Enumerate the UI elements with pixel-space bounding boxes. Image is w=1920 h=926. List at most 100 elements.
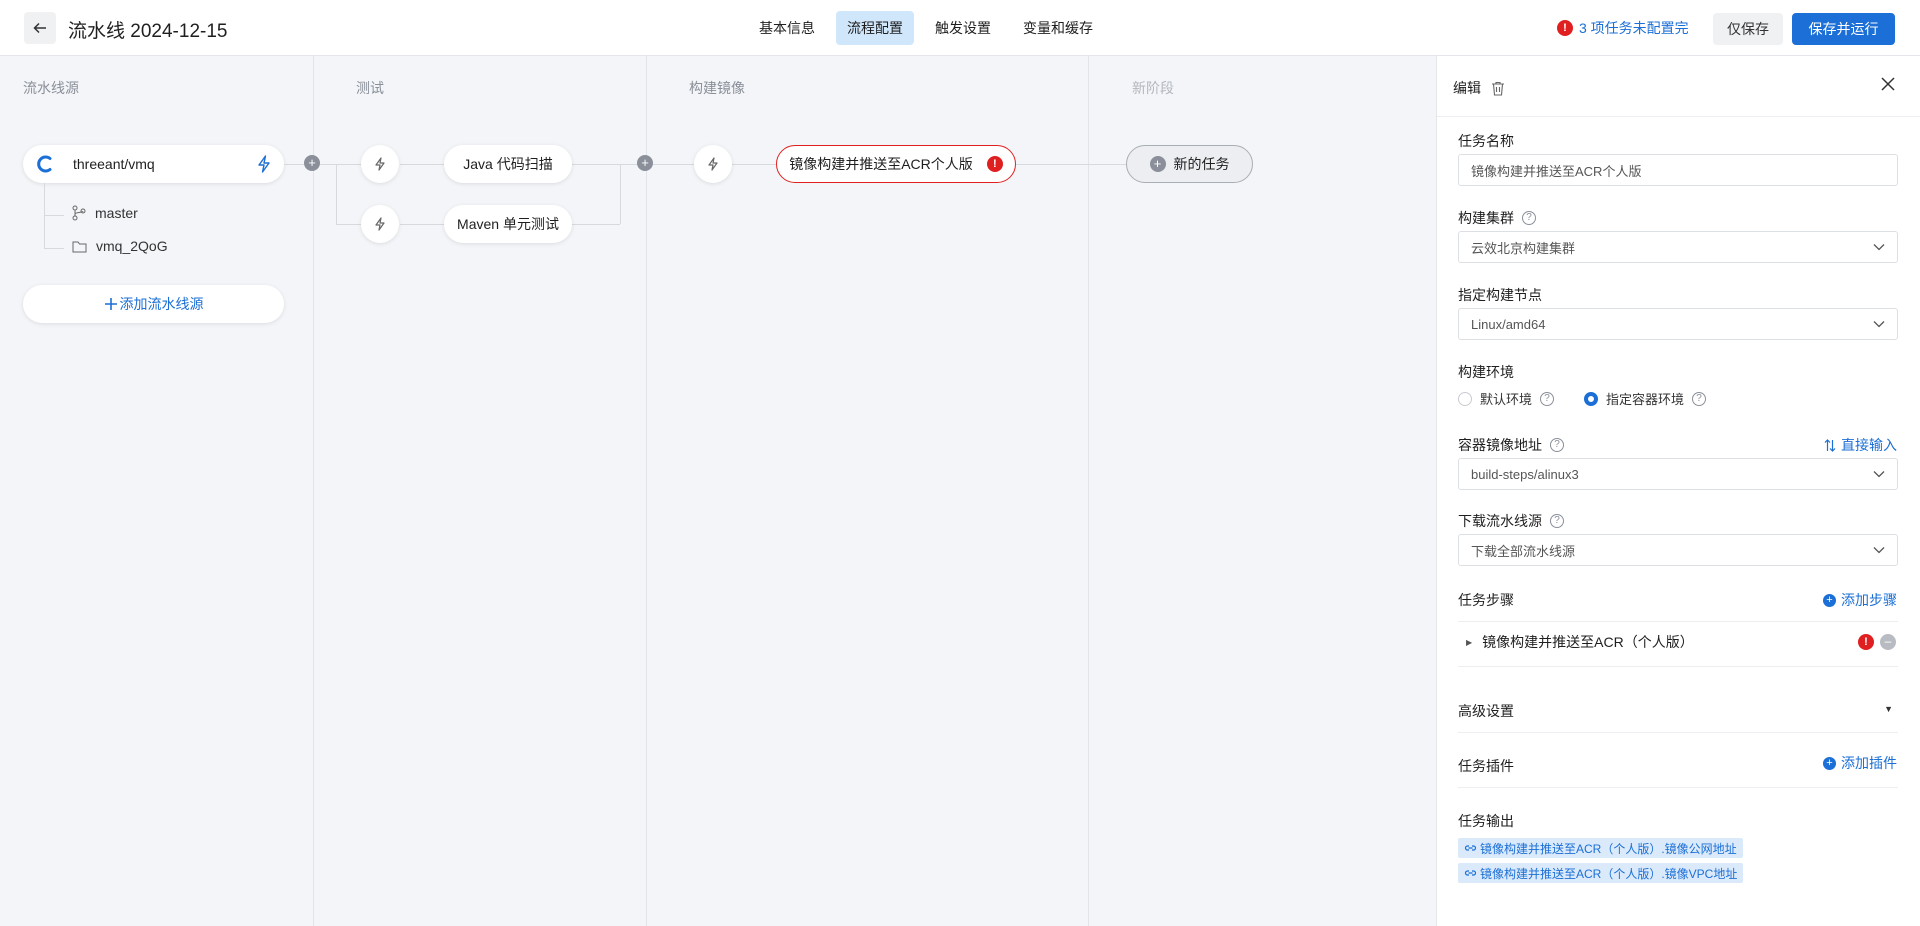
error-icon: ! [1858,634,1874,650]
job-trigger-button[interactable] [361,205,399,243]
branch-name: master [95,205,138,221]
add-step-label: 添加步骤 [1841,592,1897,608]
save-only-button[interactable]: 仅保存 [1713,13,1783,45]
image-value: build-steps/alinux3 [1471,466,1579,482]
help-icon[interactable]: ? [1540,391,1555,406]
plugin-label-text: 任务插件 [1458,758,1514,774]
help-icon[interactable]: ? [1550,438,1564,452]
tab-flow-config[interactable]: 流程配置 [836,11,914,45]
node-select[interactable]: Linux/amd64 [1458,308,1898,340]
warning-text: 3 项任务未配置完 [1579,20,1689,36]
radio-container-env-label[interactable]: 指定容器环境 [1606,389,1684,408]
swap-icon [1824,438,1836,452]
panel-title: 编辑 [1453,80,1481,96]
codeup-logo-icon [37,155,52,173]
task-name-field[interactable] [1458,154,1898,186]
bolt-icon [708,157,718,171]
connector [653,164,694,165]
image-label-text: 容器镜像地址 [1458,437,1542,453]
stage-title-test[interactable]: 测试 [356,78,384,98]
bolt-icon [375,217,385,231]
help-icon[interactable]: ? [1550,514,1564,528]
add-plugin-link[interactable]: + 添加插件 [1823,753,1897,773]
job-trigger-button[interactable] [694,145,732,183]
caret-down-icon[interactable]: ▼ [1884,704,1893,714]
tab-bar: 基本信息 流程配置 触发设置 变量和缓存 [748,11,1104,45]
output-tag[interactable]: 镜像构建并推送至ACR（个人版）.镜像公网地址 [1458,838,1743,858]
output-tag-label: 镜像构建并推送至ACR（个人版）.镜像公网地址 [1480,841,1737,856]
panel-header: 编辑 [1453,78,1505,98]
error-icon: ! [1557,20,1573,36]
env-label: 构建环境 [1458,362,1514,382]
tab-trigger-settings[interactable]: 触发设置 [924,11,1002,45]
env-label-text: 构建环境 [1458,364,1514,380]
branch-icon [72,205,86,221]
chevron-down-icon [1873,547,1885,554]
chevron-down-icon [1873,321,1885,328]
add-step-link[interactable]: + 添加步骤 [1823,590,1897,610]
job-image-build[interactable]: 镜像构建并推送至ACR个人版 ! [776,145,1016,183]
add-source-label: 添加流水线源 [119,296,204,312]
error-icon: ! [986,156,1003,172]
help-icon[interactable]: ? [1692,391,1707,406]
link-icon [1464,870,1477,876]
job-java-scan[interactable]: Java 代码扫描 [444,145,572,183]
connector [620,164,621,224]
add-source-button[interactable]: 添加流水线源 [23,285,284,323]
tree-line [44,183,45,249]
job-maven-test[interactable]: Maven 单元测试 [444,205,572,243]
direct-input-link[interactable]: 直接输入 [1824,435,1897,455]
remove-step-icon[interactable]: – [1880,634,1896,650]
arrow-left-icon [33,22,46,34]
new-task-button[interactable]: + 新的任务 [1126,145,1253,183]
help-icon[interactable]: ? [1522,211,1536,225]
unconfigured-warning[interactable]: ! 3 项任务未配置完 [1557,18,1689,38]
close-icon[interactable] [1880,76,1896,92]
stage-title-new[interactable]: 新阶段 [1132,78,1174,98]
save-and-run-button[interactable]: 保存并运行 [1792,13,1895,45]
folder-icon [72,241,87,252]
tab-variables-cache[interactable]: 变量和缓存 [1012,11,1104,45]
image-label: 容器镜像地址 ? [1458,435,1564,455]
tree-line [44,215,64,216]
plus-circle-icon: + [1149,156,1166,172]
task-name-label-text: 任务名称 [1458,133,1514,149]
download-select[interactable]: 下载全部流水线源 [1458,534,1898,566]
radio-default-env-label[interactable]: 默认环境 [1480,389,1532,408]
connector [400,224,444,225]
add-stage-button[interactable]: + [637,155,653,171]
output-tag[interactable]: 镜像构建并推送至ACR（个人版）.镜像VPC地址 [1458,863,1744,883]
plus-circle-icon: + [1823,756,1836,770]
link-icon [1464,845,1477,851]
back-button[interactable] [24,12,56,44]
output-tag-label: 镜像构建并推送至ACR（个人版）.镜像VPC地址 [1480,866,1738,881]
cluster-value: 云效北京构建集群 [1471,240,1576,256]
plus-circle-icon: + [1823,593,1836,607]
node-label: 指定构建节点 [1458,285,1542,305]
bolt-icon [375,157,385,171]
radio-default-env[interactable] [1458,391,1472,406]
bolt-icon[interactable] [256,155,272,173]
caret-right-icon[interactable]: ▶ [1466,638,1472,647]
trash-icon[interactable] [1491,81,1505,96]
steps-label: 任务步骤 [1458,590,1514,610]
step-item[interactable]: ▶ 镜像构建并推送至ACR（个人版） ! – [1458,622,1898,662]
tab-basic-info[interactable]: 基本信息 [748,11,826,45]
pipeline-canvas [0,56,1436,926]
source-card[interactable]: threeant/vmq [23,145,284,183]
stage-title-build[interactable]: 构建镜像 [689,78,745,98]
image-select[interactable]: build-steps/alinux3 [1458,458,1898,490]
radio-container-env[interactable] [1584,391,1599,406]
connector [336,164,337,224]
edit-panel: 编辑 任务名称 构建集群 ? 云效北京构建集群 指定构建节点 Linux/amd… [1436,56,1920,926]
connector [572,164,640,165]
cluster-select[interactable]: 云效北京构建集群 [1458,231,1898,263]
advanced-label[interactable]: 高级设置 [1458,701,1514,721]
top-header: 流水线 2024-12-15 基本信息 流程配置 触发设置 变量和缓存 ! 3 … [0,0,1920,56]
stage-divider [1088,56,1089,926]
add-stage-button[interactable]: + [304,155,320,171]
task-name-input[interactable] [1471,162,1885,178]
connector [1016,164,1126,165]
job-trigger-button[interactable] [361,145,399,183]
source-repo-name: threeant/vmq [73,156,155,172]
